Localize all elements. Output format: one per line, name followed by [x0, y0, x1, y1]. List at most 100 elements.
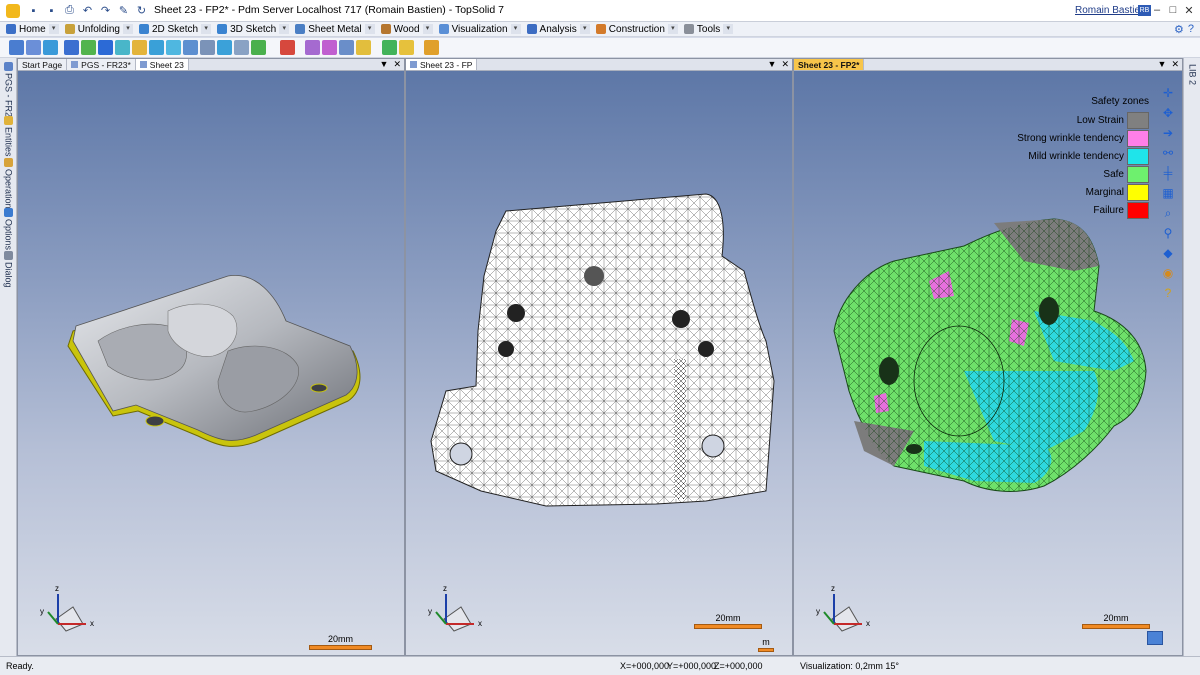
undo-icon[interactable]: ↶ — [80, 3, 95, 18]
save-all-icon[interactable]: ▪ — [44, 3, 59, 18]
save-icon[interactable]: ▪ — [26, 3, 41, 18]
tab-library[interactable]: LIB 2 — [1186, 64, 1199, 85]
flatten-icon[interactable] — [64, 40, 79, 55]
chevron-down-icon[interactable]: ▾ — [510, 24, 521, 34]
tab-operations[interactable]: Operations — [2, 158, 15, 213]
chevron-down-icon[interactable]: ▾ — [48, 24, 59, 34]
legend-swatch — [1127, 201, 1149, 219]
chart-icon[interactable] — [280, 40, 295, 55]
menu-unfolding[interactable]: Unfolding ▾ — [63, 22, 135, 36]
minimize-icon[interactable]: – — [1150, 2, 1164, 18]
redo-icon[interactable]: ↷ — [98, 3, 113, 18]
legend-swatch — [1127, 183, 1149, 201]
nest-icon[interactable] — [234, 40, 249, 55]
strain-icon[interactable] — [115, 40, 130, 55]
menu-tools[interactable]: Tools ▾ — [682, 22, 735, 36]
tab-entities[interactable]: Entities — [2, 116, 15, 157]
maximize-icon[interactable]: □ — [1166, 2, 1180, 18]
tab-pgs-fr23[interactable]: PGS - FR23* — [67, 59, 136, 70]
menu-home[interactable]: Home ▾ — [4, 22, 61, 36]
material-icon[interactable] — [424, 40, 439, 55]
flange-icon[interactable] — [251, 40, 266, 55]
view-icon[interactable] — [26, 40, 41, 55]
tab-sheet-23-fp2[interactable]: Sheet 23 - FP2* — [794, 59, 865, 70]
viewport-pane-part: Start Page PGS - FR23* Sheet 23 ▼ ✕ z x … — [17, 58, 405, 656]
close-icon[interactable]: ✕ — [781, 59, 789, 70]
blank-icon[interactable] — [217, 40, 232, 55]
menu-construction[interactable]: Construction ▾ — [594, 22, 680, 36]
close-icon[interactable]: ✕ — [1171, 59, 1179, 70]
unfold-icon[interactable] — [81, 40, 96, 55]
topsolid-logo-icon[interactable] — [6, 4, 20, 18]
pane-tab-bar: Sheet 23 - FP2* ▼ ✕ — [794, 59, 1182, 71]
help-icon[interactable]: ? — [1188, 23, 1194, 36]
chevron-down-icon[interactable]: ▾ — [279, 24, 290, 34]
tab-sheet-23[interactable]: Sheet 23 — [135, 59, 189, 70]
stamp-icon[interactable] — [200, 40, 215, 55]
punch-icon[interactable] — [356, 40, 371, 55]
cube-icon[interactable]: ◆ — [1160, 245, 1176, 261]
settings-icon[interactable]: ⚙ — [1174, 23, 1184, 36]
3d-viewport[interactable]: z x y 20mm m — [406, 71, 792, 655]
status-ready: Ready. — [6, 661, 34, 671]
wood-icon — [380, 24, 391, 34]
grid-icon[interactable]: ▦ — [1160, 185, 1176, 201]
select-icon[interactable] — [9, 40, 24, 55]
crosshair-icon[interactable]: ✛ — [1160, 85, 1176, 101]
die-icon[interactable] — [339, 40, 354, 55]
close-icon[interactable]: ✕ — [393, 59, 401, 70]
menu-2d-sketch[interactable]: 2D Sketch ▾ — [137, 22, 213, 36]
menu-wood[interactable]: Wood ▾ — [379, 22, 435, 36]
tab-sheet-23-fp[interactable]: Sheet 23 - FP — [406, 59, 478, 70]
link-icon[interactable]: ⚯ — [1160, 145, 1176, 161]
chevron-down-icon[interactable]: ▾ — [422, 24, 433, 34]
measure-icon[interactable] — [43, 40, 58, 55]
flat-pattern-mesh[interactable] — [406, 71, 792, 655]
align-icon[interactable]: ╪ — [1160, 165, 1176, 181]
help-icon[interactable]: ? — [1160, 285, 1176, 301]
left-dock-strip: PGS - FR29 Entities Operations Options D… — [0, 58, 17, 656]
shape-icon[interactable] — [305, 40, 320, 55]
print-icon[interactable]: ⎙ — [62, 3, 77, 18]
validate-icon[interactable] — [399, 40, 414, 55]
3d-viewport[interactable]: Safety zones Low Strain Strong wrinkle t… — [794, 71, 1182, 655]
chevron-down-icon[interactable]: ▾ — [723, 24, 734, 34]
palette-icon[interactable]: ◉ — [1160, 265, 1176, 281]
pen-icon[interactable]: ✎ — [116, 3, 131, 18]
tab-options[interactable]: Options — [2, 208, 15, 250]
chevron-down-icon[interactable]: ▼ — [380, 59, 389, 70]
move-icon[interactable]: ✥ — [1160, 105, 1176, 121]
close-icon[interactable]: ✕ — [1182, 2, 1196, 18]
search-icon[interactable]: ⚲ — [1160, 225, 1176, 241]
chevron-down-icon[interactable]: ▼ — [1158, 59, 1167, 70]
menu-sheet-metal[interactable]: Sheet Metal ▾ — [293, 22, 376, 36]
arrow-icon[interactable]: ➔ — [1160, 125, 1176, 141]
sheet-metal-part-model[interactable] — [18, 71, 404, 655]
view-cube-icon[interactable] — [1147, 631, 1163, 645]
menu-visualization[interactable]: Visualization ▾ — [437, 22, 523, 36]
user-link[interactable]: Romain Bastien — [1075, 5, 1146, 16]
chevron-down-icon[interactable]: ▼ — [768, 59, 777, 70]
bend-icon[interactable] — [98, 40, 113, 55]
legend-item-marginal: Marginal — [1017, 183, 1149, 201]
chevron-down-icon[interactable]: ▾ — [364, 24, 375, 34]
menu-analysis[interactable]: Analysis ▾ — [525, 22, 592, 36]
chevron-down-icon[interactable]: ▾ — [667, 24, 678, 34]
tab-start-page[interactable]: Start Page — [18, 59, 68, 70]
quick-access-toolbar: ▪ ▪ ⎙ ↶ ↷ ✎ ↻ — [26, 3, 149, 18]
3d-viewport[interactable]: z x y 20mm — [18, 71, 404, 655]
form-icon[interactable] — [322, 40, 337, 55]
refresh-icon[interactable]: ↻ — [134, 3, 149, 18]
chevron-down-icon[interactable]: ▾ — [122, 24, 133, 34]
chevron-down-icon[interactable]: ▾ — [201, 24, 212, 34]
mesh-icon[interactable] — [183, 40, 198, 55]
chevron-down-icon[interactable]: ▾ — [579, 24, 590, 34]
zoom-icon[interactable]: ⌕ — [1160, 205, 1176, 221]
curvature-icon[interactable] — [149, 40, 164, 55]
tab-project[interactable]: PGS - FR29 — [2, 62, 15, 122]
menu-3d-sketch[interactable]: 3D Sketch ▾ — [215, 22, 291, 36]
section-icon[interactable] — [166, 40, 181, 55]
tab-dialog[interactable]: Dialog — [2, 251, 15, 288]
thickness-icon[interactable] — [132, 40, 147, 55]
check-icon[interactable] — [382, 40, 397, 55]
